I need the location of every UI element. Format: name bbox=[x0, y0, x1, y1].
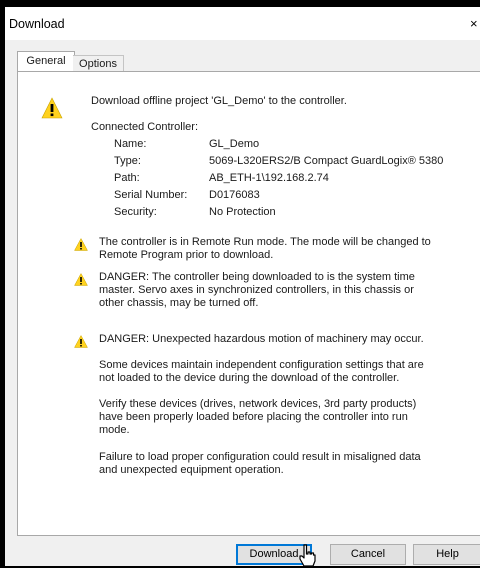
warning-icon bbox=[74, 335, 88, 348]
type-value: 5069-L320ERS2/B Compact GuardLogix® 5380 bbox=[209, 155, 444, 167]
note-line: mode. bbox=[99, 424, 130, 436]
intro-text: Download offline project 'GL_Demo' to th… bbox=[91, 95, 347, 107]
warning-line: DANGER: The controller being downloaded … bbox=[99, 271, 415, 283]
warning-line: The controller is in Remote Run mode. Th… bbox=[99, 236, 431, 248]
warning-icon bbox=[74, 238, 88, 251]
path-value: AB_ETH-1\192.168.2.74 bbox=[209, 172, 329, 184]
note-line: and unexpected equipment operation. bbox=[99, 464, 284, 476]
note-line: Some devices maintain independent config… bbox=[99, 359, 424, 371]
note-line: Verify these devices (drives, network de… bbox=[99, 398, 417, 410]
serial-number-label: Serial Number: bbox=[114, 189, 188, 201]
tab-general[interactable]: General bbox=[17, 51, 75, 72]
cancel-button[interactable]: Cancel bbox=[330, 544, 406, 565]
warning-line: DANGER: Unexpected hazardous motion of m… bbox=[99, 333, 424, 345]
note-line: have been properly loaded before placing… bbox=[99, 411, 408, 423]
help-button[interactable]: Help bbox=[413, 544, 480, 565]
warning-line: Remote Program prior to download. bbox=[99, 249, 274, 261]
close-icon[interactable]: × bbox=[470, 16, 480, 31]
download-dialog: Download × General Options Download offl… bbox=[5, 7, 480, 567]
title-bar: Download × bbox=[5, 7, 480, 40]
type-label: Type: bbox=[114, 155, 141, 167]
warning-icon bbox=[41, 97, 63, 119]
name-value: GL_Demo bbox=[209, 138, 260, 150]
connected-controller-heading: Connected Controller: bbox=[91, 121, 199, 133]
name-label: Name: bbox=[114, 138, 147, 150]
hand-pointer-icon bbox=[299, 544, 316, 567]
security-value: No Protection bbox=[209, 206, 276, 218]
dialog-title: Download bbox=[9, 17, 65, 31]
warning-icon bbox=[74, 273, 88, 286]
warning-line: other chassis, may be turned off. bbox=[99, 297, 259, 309]
warning-line: master. Servo axes in synchronized contr… bbox=[99, 284, 414, 296]
general-panel: Download offline project 'GL_Demo' to th… bbox=[17, 71, 480, 536]
path-label: Path: bbox=[114, 172, 140, 184]
serial-number-value: D0176083 bbox=[209, 189, 260, 201]
security-label: Security: bbox=[114, 206, 157, 218]
note-line: not loaded to the device during the down… bbox=[99, 372, 400, 384]
note-line: Failure to load proper configuration cou… bbox=[99, 451, 421, 463]
